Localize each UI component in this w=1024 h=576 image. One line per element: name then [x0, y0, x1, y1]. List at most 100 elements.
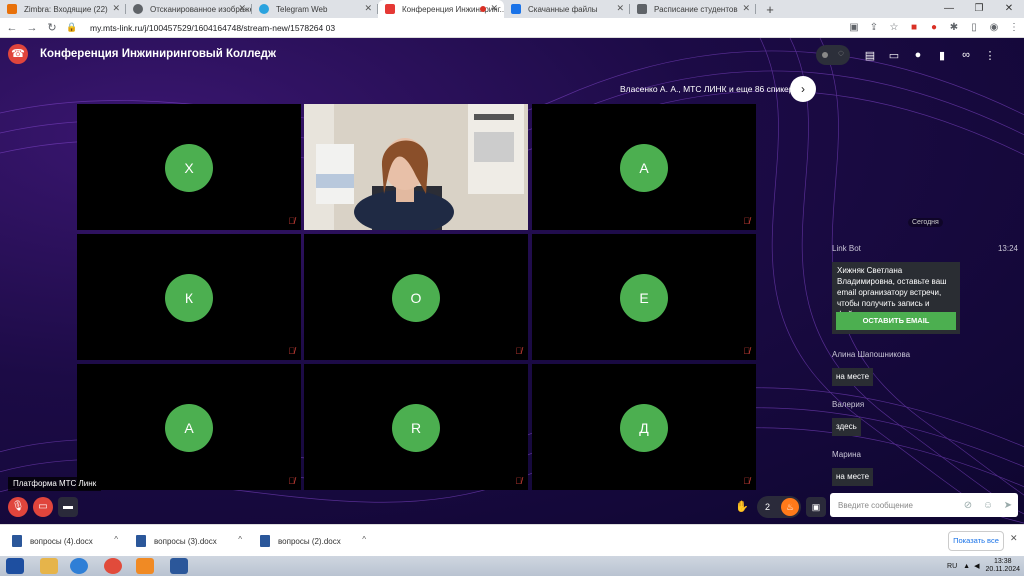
download-filename: вопросы (3).docx	[154, 536, 217, 546]
clock-time: 13:38	[993, 558, 1012, 565]
link-icon[interactable]: ∞	[954, 49, 978, 61]
chat-input[interactable]: Введите сообщение ⊘ ☺ ➤	[830, 493, 1018, 517]
close-icon[interactable]: ✕	[238, 3, 246, 14]
puzzle-icon[interactable]: ✱	[944, 22, 964, 33]
internet-explorer-icon[interactable]	[70, 558, 88, 574]
back-button[interactable]: ←	[4, 22, 20, 34]
profile-avatar-icon[interactable]: ◉	[984, 22, 1004, 33]
os-taskbar: RU ▲ ◀ 13:38 20.11.2024	[0, 556, 1024, 576]
camera-toggle-button[interactable]: ▭	[33, 497, 53, 517]
participant-tile[interactable]: А 🎙̸	[532, 104, 756, 230]
chat-icon[interactable]: ▭	[882, 49, 906, 62]
tab-telegram[interactable]: Telegram Web ✕	[252, 0, 378, 18]
extension-icon[interactable]: ●	[924, 22, 944, 33]
participant-tile[interactable]: R 🎙̸	[304, 364, 528, 490]
download-item[interactable]: вопросы (3).docx ^	[124, 525, 248, 557]
word-doc-icon	[136, 535, 146, 547]
participant-tile[interactable]: Д 🎙̸	[532, 364, 756, 490]
clock[interactable]: 13:38 20.11.2024	[985, 558, 1020, 574]
reactions-button[interactable]: 2 ♨	[757, 496, 801, 518]
chevron-right-icon[interactable]: ›	[790, 76, 816, 102]
side-panel-icon[interactable]: ▯	[964, 22, 984, 33]
noise-toggle[interactable]	[816, 45, 850, 65]
participant-tile[interactable]: Х 🎙̸	[77, 104, 301, 230]
files-icon[interactable]: ▮	[930, 49, 954, 62]
menu-dots-icon[interactable]: ⋮	[1004, 22, 1024, 33]
download-icon	[511, 4, 521, 14]
share-icon[interactable]: ⇪	[864, 22, 884, 33]
mic-toggle-button[interactable]: 🎙	[8, 497, 28, 517]
telegram-icon	[259, 4, 269, 14]
lock-icon[interactable]: 🔒	[64, 22, 80, 33]
file-explorer-icon[interactable]	[40, 558, 58, 574]
chevron-up-icon[interactable]: ^	[114, 535, 118, 544]
mic-muted-icon: 🎙̸	[515, 476, 522, 486]
word-doc-icon	[12, 535, 22, 547]
tab-title: Скачанные файлы	[528, 4, 598, 14]
speakers-summary: Власенко А. А., МТС ЛИНК и еще 86 спикер…	[620, 84, 803, 94]
camera-icon[interactable]: ▣	[844, 22, 864, 33]
chrome-icon[interactable]	[104, 558, 122, 574]
tab-scanned-image[interactable]: Отсканированное изображен...✕	[126, 0, 252, 18]
extension-icon[interactable]: ■	[904, 22, 924, 33]
show-all-downloads-button[interactable]: Показать все	[948, 531, 1004, 551]
tab-title: Конференция Инжиниринг...	[402, 4, 504, 14]
bookmark-star-icon[interactable]: ☆	[884, 22, 904, 33]
close-icon[interactable]: ✕	[364, 3, 372, 14]
network-icon[interactable]: ▲	[963, 563, 970, 570]
volume-icon[interactable]: ◀	[974, 562, 979, 570]
word-doc-icon	[260, 535, 270, 547]
chat-message: на месте	[832, 368, 874, 386]
picture-in-picture-button[interactable]: ▣	[806, 497, 826, 517]
send-icon[interactable]: ➤	[998, 500, 1018, 511]
close-icon[interactable]: ✕	[742, 3, 750, 14]
start-button[interactable]	[6, 558, 24, 574]
window-controls: — ❐ ✕	[934, 0, 1024, 18]
mic-muted-icon: 🎙̸	[515, 346, 522, 356]
word-icon[interactable]	[170, 558, 188, 574]
chevron-up-icon[interactable]: ^	[238, 535, 242, 544]
notes-icon[interactable]: ▤	[858, 49, 882, 62]
participant-video-tile[interactable]	[304, 104, 528, 230]
reload-button[interactable]: ↻	[44, 21, 60, 34]
minimize-button[interactable]: —	[934, 0, 964, 18]
tab-conference[interactable]: Конференция Инжиниринг... ✕	[378, 0, 504, 18]
download-item[interactable]: вопросы (4).docx ^	[0, 525, 124, 557]
more-options-icon[interactable]: ⋮	[978, 49, 1002, 62]
leave-call-button[interactable]: ☎	[8, 44, 28, 64]
tab-schedule[interactable]: Расписание студентов ✕	[630, 0, 756, 18]
forward-button[interactable]: →	[24, 22, 40, 34]
leave-email-button[interactable]: ОСТАВИТЬ EMAIL	[836, 312, 956, 330]
close-icon[interactable]: ✕	[112, 3, 120, 14]
close-icon[interactable]: ✕	[490, 3, 498, 14]
new-tab-button[interactable]: +	[760, 0, 780, 18]
maximize-button[interactable]: ❐	[964, 0, 994, 18]
raise-hand-icon[interactable]: ✋	[733, 497, 751, 517]
media-player-icon[interactable]	[136, 558, 154, 574]
participant-tile[interactable]: О 🎙̸	[304, 234, 528, 360]
mts-link-icon	[385, 4, 395, 14]
language-indicator[interactable]: RU	[947, 563, 957, 570]
emoji-icon[interactable]: ☺	[978, 500, 998, 511]
message-sender: Марина	[832, 450, 861, 459]
chat-message: здесь	[832, 418, 861, 436]
downloads-bar: вопросы (4).docx ^ вопросы (3).docx ^ во…	[0, 524, 1024, 556]
close-icon[interactable]: ✕	[1010, 533, 1018, 544]
attach-icon[interactable]: ⊘	[958, 500, 978, 511]
url-field[interactable]: my.mts-link.ru/j/100457529/1604164748/st…	[90, 23, 844, 33]
tab-downloads[interactable]: Скачанные файлы ✕	[504, 0, 630, 18]
participant-tile[interactable]: А 🎙̸	[77, 364, 301, 490]
participants-icon[interactable]: ●	[906, 49, 930, 61]
participant-tile[interactable]: Е 🎙̸	[532, 234, 756, 360]
avatar: Д	[620, 404, 668, 452]
screen-share-button[interactable]: ▬	[58, 497, 78, 517]
download-item[interactable]: вопросы (2).docx ^	[248, 525, 372, 557]
tab-zimbra[interactable]: Zimbra: Входящие (22) ✕	[0, 0, 126, 18]
message-sender: Link Bot	[832, 244, 861, 253]
chevron-up-icon[interactable]: ^	[362, 535, 366, 544]
participant-tile[interactable]: К 🎙̸	[77, 234, 301, 360]
download-filename: вопросы (2).docx	[278, 536, 341, 546]
close-window-button[interactable]: ✕	[994, 0, 1024, 18]
close-icon[interactable]: ✕	[616, 3, 624, 14]
tab-title: Telegram Web	[276, 4, 328, 14]
